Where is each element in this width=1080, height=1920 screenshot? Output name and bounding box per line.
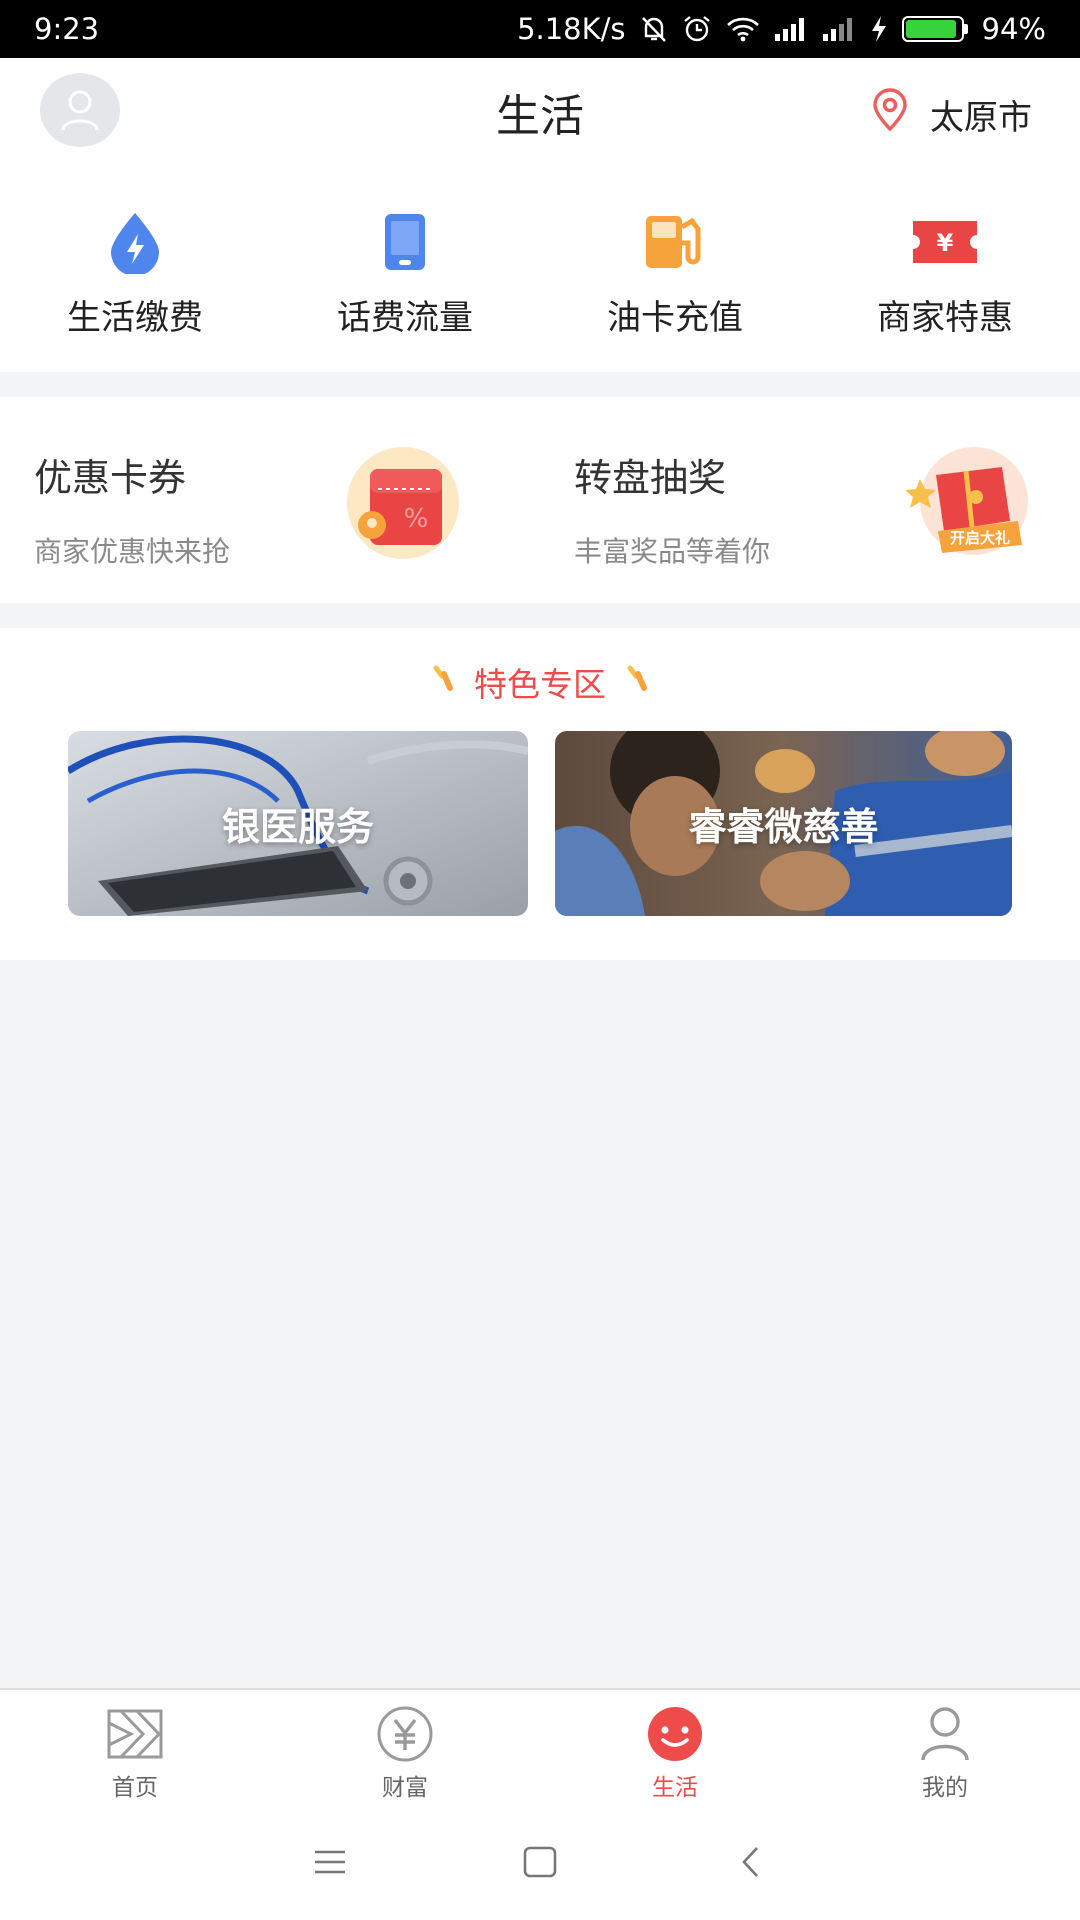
coupon-icon: % [338,445,468,565]
service-label: 商家特惠 [877,298,1013,338]
home-icon [106,1706,164,1762]
battery-icon [901,16,968,42]
mobile-topup-icon [370,210,440,274]
promo-section: 优惠卡券 商家优惠快来抢 % 转盘抽奖 丰富奖品等着你 开启大礼 [0,397,1080,603]
profile-icon [916,1706,974,1762]
net-speed: 5.18K/s [517,12,626,46]
signal-icon-2 [822,13,856,45]
city-name: 太原市 [930,98,1032,138]
smile-icon [646,1706,704,1762]
alarm-icon [682,13,712,45]
service-label: 油卡充值 [607,298,743,338]
promo-badge: 开启大礼 [950,529,1010,547]
svg-text:¥: ¥ [937,229,954,257]
tab-label: 财富 [382,1775,428,1801]
service-label: 生活缴费 [67,298,203,338]
featured-section: 特色专区 银医服务 睿睿微慈善 [0,628,1080,960]
spark-icon [624,663,650,702]
app-header: 生活 太原市 [0,58,1080,162]
battery-percent: 94% [981,12,1046,46]
service-merchant-deal[interactable]: ¥ 商家特惠 [810,162,1080,372]
featured-header: 特色专区 [0,658,1080,706]
location-pin-icon [870,88,910,141]
svg-text:%: % [404,504,429,534]
location-selector[interactable]: 太原市 [870,88,1032,141]
tab-me[interactable]: 我的 [810,1690,1080,1804]
featured-title: 特色专区 [474,665,606,704]
tab-label: 首页 [112,1775,158,1801]
bottom-tab-bar: 首页 财富 生活 我的 [0,1688,1080,1804]
tab-wealth[interactable]: 财富 [270,1690,540,1804]
service-fuel-card[interactable]: 油卡充值 [540,162,810,372]
gift-box-icon: 开启大礼 [905,445,1040,565]
service-utility-payment[interactable]: 生活缴费 [0,162,270,372]
promo-coupons[interactable]: 优惠卡券 商家优惠快来抢 % [0,397,540,603]
tab-life[interactable]: 生活 [540,1690,810,1804]
promo-lottery[interactable]: 转盘抽奖 丰富奖品等着你 开启大礼 [540,397,1080,603]
merchant-deal-icon: ¥ [910,210,980,274]
tile-medical-service[interactable]: 银医服务 [68,731,528,916]
fuel-card-icon [640,210,710,274]
tile-label: 银医服务 [221,805,374,849]
back-icon[interactable] [730,1842,770,1882]
utility-payment-icon [100,210,170,274]
spark-icon [430,663,456,702]
charging-icon [870,13,888,45]
service-mobile-topup[interactable]: 话费流量 [270,162,540,372]
tile-charity[interactable]: 睿睿微慈善 [555,731,1012,916]
signal-icon [774,13,808,45]
wifi-icon [726,13,760,45]
home-button-icon[interactable] [520,1842,560,1882]
quick-services: 生活缴费 话费流量 油卡充值 ¥ 商家特惠 [0,162,1080,372]
service-label: 话费流量 [337,298,473,338]
status-time: 9:23 [34,12,100,46]
status-bar: 9:23 5.18K/s 94% [0,0,1080,58]
tab-home[interactable]: 首页 [0,1690,270,1804]
system-navigation-bar [0,1804,1080,1920]
tab-label: 我的 [922,1775,968,1801]
tab-label: 生活 [652,1775,698,1801]
yuan-icon [376,1706,434,1762]
status-indicators: 5.18K/s 94% [517,12,1046,46]
menu-icon[interactable] [310,1842,350,1882]
tile-label: 睿睿微慈善 [688,805,879,849]
mute-icon [640,13,668,45]
